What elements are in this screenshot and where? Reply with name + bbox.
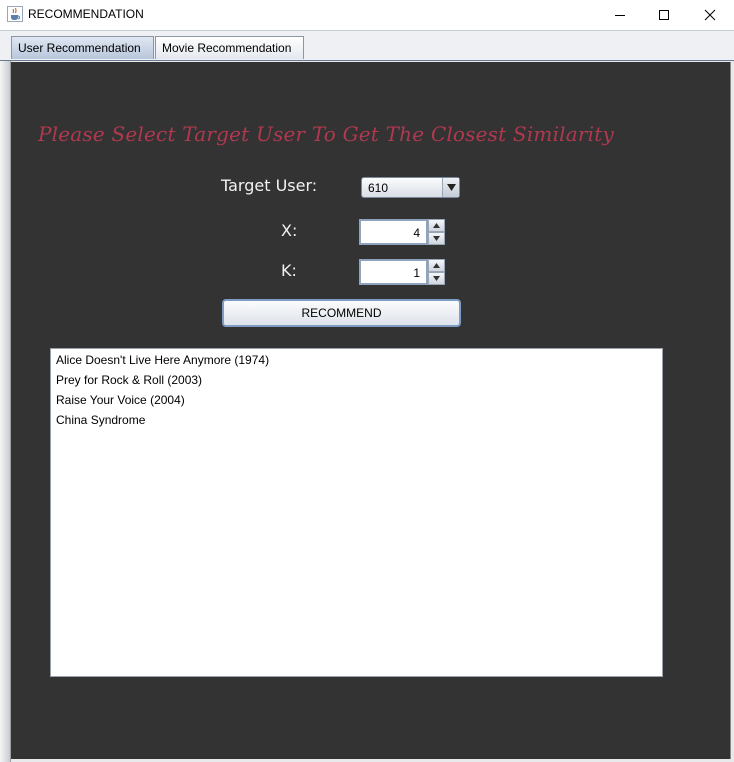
- tab-strip: User Recommendation Movie Recommendation: [0, 30, 734, 62]
- target-user-select[interactable]: 610: [361, 177, 460, 198]
- list-item[interactable]: Alice Doesn't Live Here Anymore (1974): [56, 353, 269, 367]
- arrow-down-icon: [433, 276, 440, 281]
- k-stepper: 1: [359, 259, 445, 285]
- maximize-icon: [659, 10, 669, 20]
- results-list[interactable]: Alice Doesn't Live Here Anymore (1974) P…: [50, 348, 663, 677]
- k-increment-button[interactable]: [428, 259, 445, 272]
- target-user-value: 610: [368, 181, 389, 195]
- page-title: Please Select Target User To Get The Clo…: [38, 122, 614, 146]
- minimize-button[interactable]: [597, 0, 643, 30]
- k-field[interactable]: 1: [359, 259, 428, 285]
- list-item[interactable]: Prey for Rock & Roll (2003): [56, 373, 202, 387]
- minimize-icon: [615, 15, 625, 16]
- arrow-down-icon: [433, 236, 440, 241]
- chevron-down-icon[interactable]: [442, 178, 459, 197]
- x-decrement-button[interactable]: [428, 232, 445, 245]
- x-label: X:: [281, 221, 298, 240]
- x-stepper-buttons: [428, 219, 445, 245]
- window-title: RECOMMENDATION: [28, 7, 144, 21]
- tab-movie-recommendation[interactable]: Movie Recommendation: [155, 36, 304, 59]
- x-stepper: 4: [359, 219, 445, 245]
- tab-user-recommendation[interactable]: User Recommendation: [11, 36, 154, 59]
- k-stepper-buttons: [428, 259, 445, 285]
- close-icon: [704, 9, 716, 21]
- title-bar: RECOMMENDATION: [0, 0, 734, 30]
- arrow-up-icon: [433, 223, 440, 228]
- target-user-label: Target User:: [221, 176, 318, 195]
- x-field[interactable]: 4: [359, 219, 428, 245]
- close-button[interactable]: [687, 0, 733, 30]
- x-increment-button[interactable]: [428, 219, 445, 232]
- arrow-up-icon: [433, 263, 440, 268]
- panel-border: [0, 61, 11, 762]
- k-label: K:: [281, 261, 297, 280]
- maximize-button[interactable]: [641, 0, 687, 30]
- list-item[interactable]: China Syndrome: [56, 413, 145, 427]
- recommend-button[interactable]: RECOMMEND: [222, 299, 461, 327]
- java-cup-icon: [7, 6, 23, 22]
- list-item[interactable]: Raise Your Voice (2004): [56, 393, 185, 407]
- k-decrement-button[interactable]: [428, 272, 445, 285]
